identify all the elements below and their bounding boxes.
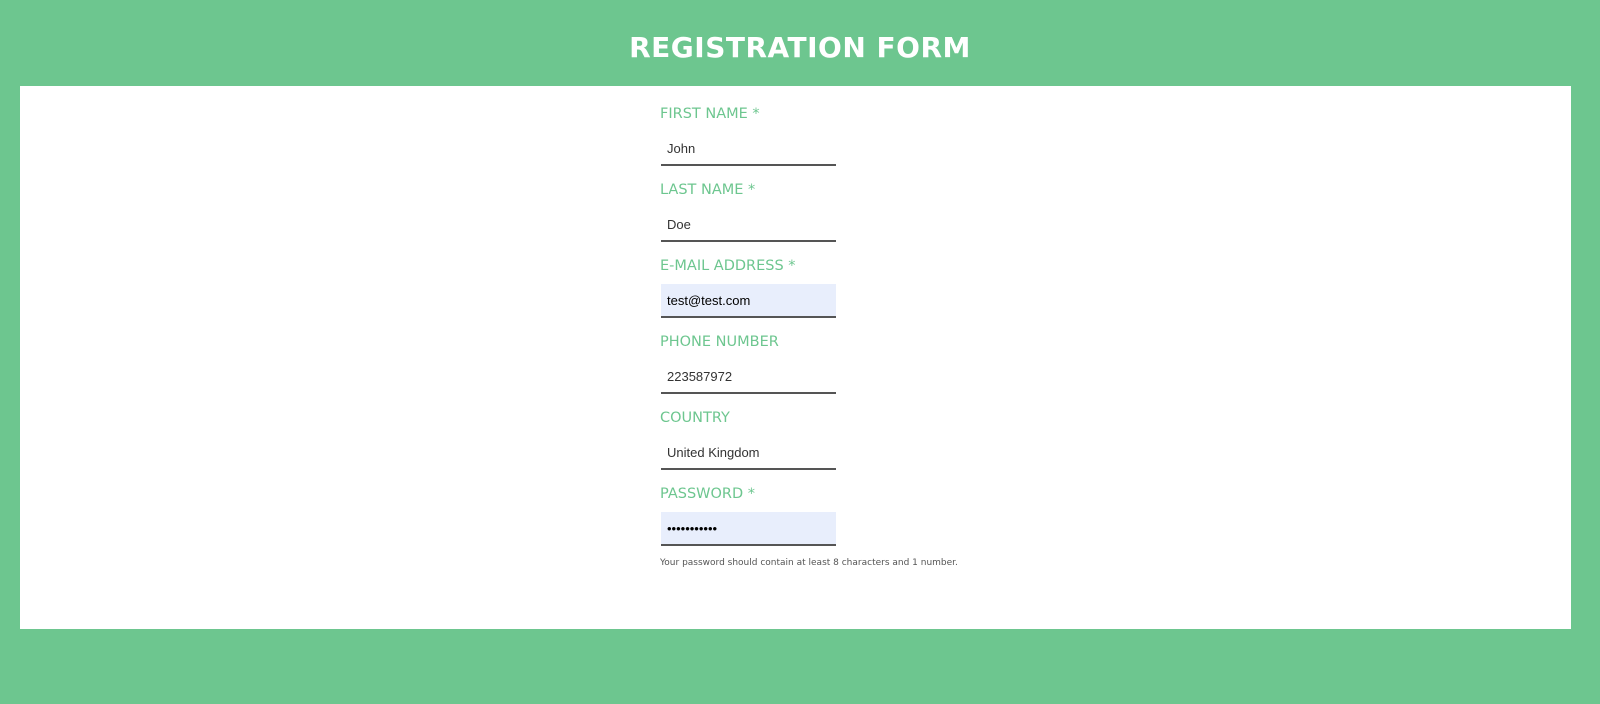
form-panel: FIRST NAME * LAST NAME * E-MAIL ADDRESS … bbox=[20, 86, 1571, 629]
email-label: E-MAIL ADDRESS * bbox=[660, 258, 796, 274]
last-name-input[interactable] bbox=[661, 208, 836, 242]
page-title: REGISTRATION FORM bbox=[629, 31, 971, 64]
first-name-label: FIRST NAME * bbox=[660, 106, 760, 122]
country-label: COUNTRY bbox=[660, 410, 730, 426]
country-input[interactable] bbox=[661, 436, 836, 470]
phone-label: PHONE NUMBER bbox=[660, 334, 779, 350]
email-input[interactable] bbox=[661, 284, 836, 318]
password-hint: Your password should contain at least 8 … bbox=[660, 558, 958, 568]
phone-input[interactable] bbox=[661, 360, 836, 394]
page-header: REGISTRATION FORM bbox=[0, 0, 1600, 86]
password-label: PASSWORD * bbox=[660, 486, 755, 502]
last-name-label: LAST NAME * bbox=[660, 182, 756, 198]
first-name-input[interactable] bbox=[661, 132, 836, 166]
password-input[interactable] bbox=[661, 512, 836, 546]
